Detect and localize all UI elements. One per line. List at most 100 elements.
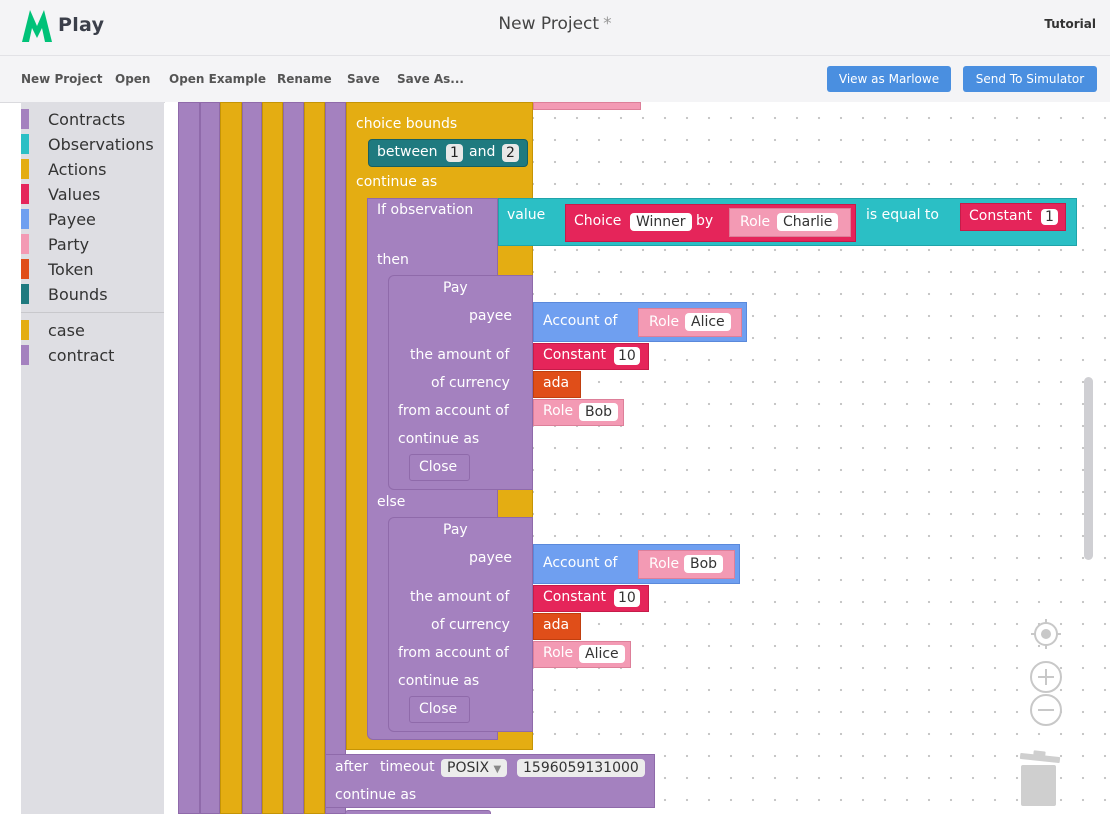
close-label: Close	[419, 459, 458, 475]
toolbox-divider	[21, 312, 164, 313]
category-token[interactable]: Token	[21, 258, 94, 280]
timeout-continuation-block[interactable]	[345, 810, 491, 814]
amount-field[interactable]: 10	[614, 589, 640, 607]
if-observation-label: If observation	[377, 202, 474, 218]
contract-block-rail[interactable]	[242, 102, 262, 814]
payee-role-field[interactable]: Alice	[685, 313, 731, 331]
account-of-label: Account of	[543, 555, 618, 571]
role-label: Role	[740, 214, 771, 230]
amount-label: the amount of	[410, 347, 510, 363]
crosshair-icon[interactable]	[1030, 618, 1062, 650]
value-label: value	[507, 207, 546, 223]
category-label: Bounds	[48, 284, 108, 304]
from-account-label: from account of	[398, 645, 509, 661]
is-equal-to-label: is equal to	[866, 207, 939, 223]
choice-label: Choice	[574, 213, 622, 229]
choice-bounds-label: choice bounds	[356, 116, 458, 132]
menu-open-example[interactable]: Open Example	[169, 72, 266, 86]
category-label: Contracts	[48, 109, 126, 129]
category-color-swatch	[21, 234, 29, 254]
compare-constant-field[interactable]: 1	[1041, 209, 1058, 225]
menu-new-project[interactable]: New Project	[21, 72, 103, 86]
menu-rename[interactable]: Rename	[277, 72, 332, 86]
bound-from-field[interactable]: 1	[446, 144, 463, 162]
timeout-continue-label: continue as	[335, 787, 417, 803]
and-label: and	[469, 144, 496, 160]
choice-owner-field[interactable]: Charlie	[777, 213, 839, 231]
category-color-swatch	[21, 345, 29, 365]
trash-icon[interactable]	[1017, 750, 1063, 808]
menu-open[interactable]: Open	[115, 72, 150, 86]
constant-label: Constant	[543, 589, 606, 605]
role-label: Role	[649, 314, 680, 330]
category-label: Observations	[48, 134, 154, 154]
category-actions[interactable]: Actions	[21, 158, 106, 180]
category-label: Token	[48, 259, 94, 279]
category-color-swatch	[21, 109, 29, 129]
pay-continue-label: continue as	[398, 431, 480, 447]
category-label: Party	[48, 234, 90, 254]
between-label: between	[377, 144, 438, 160]
case-block-rail[interactable]	[262, 102, 283, 814]
constant-label: Constant	[969, 208, 1032, 224]
workspace-scrollbar[interactable]	[1084, 377, 1093, 560]
token-label: ada	[543, 375, 570, 391]
menu-save-as[interactable]: Save As...	[397, 72, 464, 86]
timeout-type-dropdown[interactable]: POSIX ▼	[441, 759, 508, 777]
tutorial-link[interactable]: Tutorial	[1044, 17, 1096, 31]
by-label: by	[696, 213, 714, 229]
case-block-rail[interactable]	[220, 102, 242, 814]
else-label: else	[377, 494, 406, 510]
view-as-marlowe-button[interactable]: View as Marlowe	[827, 66, 951, 92]
zoom-out-icon[interactable]	[1029, 693, 1063, 727]
project-title: New Project *	[0, 14, 1110, 34]
timeout-type-value: POSIX	[447, 760, 490, 776]
from-role-field[interactable]: Bob	[579, 403, 619, 421]
role-label: Role	[649, 556, 680, 572]
blockly-workspace[interactable]: after timeout POSIX ▼ 1596059131000 cont…	[165, 102, 1110, 814]
bound-to-field[interactable]: 2	[502, 144, 519, 162]
timeout-value-field[interactable]: 1596059131000	[517, 759, 645, 777]
after-label: after	[335, 759, 369, 775]
dropdown-arrow-icon: ▼	[493, 764, 502, 775]
project-name: New Project	[498, 14, 600, 34]
contract-block-rail[interactable]	[200, 102, 220, 814]
category-values[interactable]: Values	[21, 183, 100, 205]
token-label: ada	[543, 617, 570, 633]
from-role-field[interactable]: Alice	[579, 645, 625, 663]
category-case[interactable]: case	[21, 319, 85, 341]
choice-party-block[interactable]	[533, 102, 641, 110]
category-color-swatch	[21, 209, 29, 229]
category-contract[interactable]: contract	[21, 344, 114, 366]
contract-block-rail[interactable]	[178, 102, 200, 814]
pay-continue-label: continue as	[398, 673, 480, 689]
category-color-swatch	[21, 159, 29, 179]
when-block[interactable]	[325, 102, 346, 814]
choice-name-field[interactable]: Winner	[630, 213, 692, 231]
category-color-swatch	[21, 184, 29, 204]
category-contracts[interactable]: Contracts	[21, 108, 125, 130]
case-block-rail[interactable]	[304, 102, 325, 814]
category-label: Payee	[48, 209, 96, 229]
timeout-label: timeout	[380, 759, 435, 775]
contract-block-rail[interactable]	[283, 102, 304, 814]
category-party[interactable]: Party	[21, 233, 89, 255]
menu-save[interactable]: Save	[347, 72, 380, 86]
send-to-simulator-button[interactable]: Send To Simulator	[963, 66, 1097, 92]
account-of-label: Account of	[543, 313, 618, 329]
from-account-label: from account of	[398, 403, 509, 419]
payee-role-field[interactable]: Bob	[684, 555, 724, 573]
category-bounds[interactable]: Bounds	[21, 283, 108, 305]
category-payee[interactable]: Payee	[21, 208, 96, 230]
currency-label: of currency	[431, 375, 510, 391]
constant-label: Constant	[543, 347, 606, 363]
amount-field[interactable]: 10	[614, 347, 640, 365]
category-color-swatch	[21, 320, 29, 340]
zoom-in-icon[interactable]	[1029, 660, 1063, 694]
unsaved-marker: *	[603, 14, 612, 34]
close-label: Close	[419, 701, 458, 717]
category-observations[interactable]: Observations	[21, 133, 154, 155]
top-bar: Play New Project * Tutorial	[0, 0, 1110, 56]
payee-label: payee	[469, 308, 512, 324]
amount-label: the amount of	[410, 589, 510, 605]
